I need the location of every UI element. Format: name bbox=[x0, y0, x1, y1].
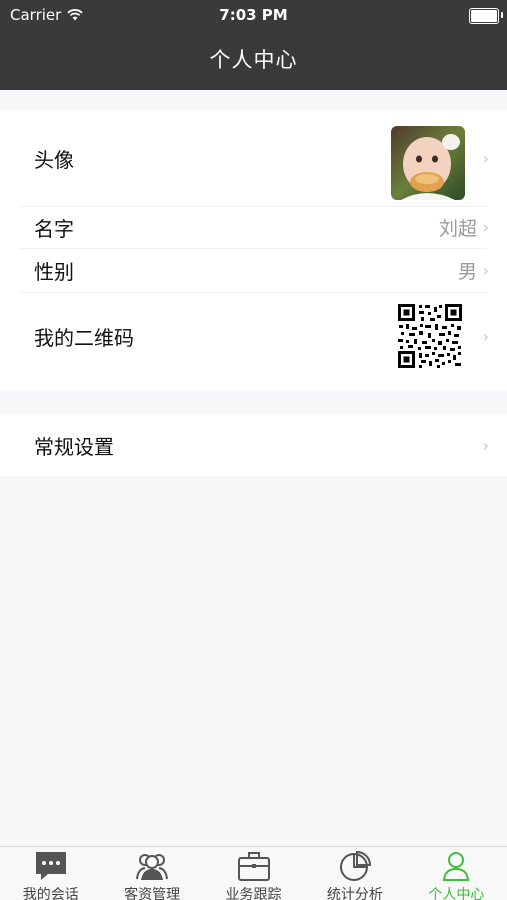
tab-label: 客资管理 bbox=[124, 887, 181, 900]
page-title: 个人中心 bbox=[209, 48, 298, 72]
qr-code-icon bbox=[397, 303, 463, 369]
clock: 7:03 PM bbox=[219, 6, 288, 24]
tab-customer-management[interactable]: 客资管理 bbox=[101, 847, 202, 900]
tab-label: 统计分析 bbox=[326, 887, 383, 900]
gender-value: 男 bbox=[457, 260, 477, 283]
tab-label: 业务跟踪 bbox=[225, 887, 282, 900]
qrcode-label: 我的二维码 bbox=[34, 325, 134, 350]
name-row[interactable]: 名字 刘超 › bbox=[0, 207, 507, 247]
tab-label: 个人中心 bbox=[428, 887, 485, 900]
name-label: 名字 bbox=[34, 216, 74, 241]
tab-my-conversations[interactable]: 我的会话 bbox=[0, 847, 101, 900]
gender-label: 性别 bbox=[34, 259, 74, 284]
profile-screen: Carrier 7:03 PM 个人中心 头像 › 名字 刘超 › 性别 男 ›… bbox=[0, 0, 507, 900]
pie-chart-icon bbox=[339, 850, 371, 881]
avatar bbox=[391, 126, 465, 200]
tab-statistics[interactable]: 统计分析 bbox=[304, 847, 405, 900]
profile-section: 头像 › 名字 刘超 › 性别 男 › 我的二维码 › bbox=[0, 110, 507, 390]
qrcode-row[interactable]: 我的二维码 › bbox=[0, 293, 507, 379]
briefcase-icon bbox=[237, 852, 270, 881]
avatar-image bbox=[391, 126, 465, 200]
chevron-right-icon: › bbox=[482, 217, 489, 237]
name-value: 刘超 bbox=[438, 217, 477, 240]
users-icon bbox=[136, 854, 169, 880]
status-bar: Carrier 7:03 PM bbox=[0, 4, 507, 26]
tab-business-tracking[interactable]: 业务跟踪 bbox=[203, 847, 304, 900]
tab-personal-center[interactable]: 个人中心 bbox=[406, 847, 507, 900]
tab-bar: 我的会话 客资管理 业务跟踪 统计分析 个人中心 bbox=[0, 846, 507, 900]
chat-bubble-icon bbox=[35, 852, 66, 880]
chevron-right-icon: › bbox=[482, 260, 489, 280]
person-icon bbox=[443, 852, 470, 881]
navigation-bar: Carrier 7:03 PM 个人中心 bbox=[0, 0, 507, 90]
avatar-row[interactable]: 头像 › bbox=[0, 110, 507, 206]
battery-icon bbox=[469, 8, 503, 24]
avatar-label: 头像 bbox=[34, 147, 74, 172]
settings-section: 常规设置 › bbox=[0, 414, 507, 476]
chevron-right-icon: › bbox=[482, 326, 489, 346]
chevron-right-icon: › bbox=[482, 148, 489, 168]
general-settings-label: 常规设置 bbox=[34, 434, 114, 459]
general-settings-row[interactable]: 常规设置 › bbox=[0, 414, 507, 476]
tab-label: 我的会话 bbox=[22, 887, 79, 900]
chevron-right-icon: › bbox=[482, 435, 489, 455]
gender-row[interactable]: 性别 男 › bbox=[0, 249, 507, 291]
